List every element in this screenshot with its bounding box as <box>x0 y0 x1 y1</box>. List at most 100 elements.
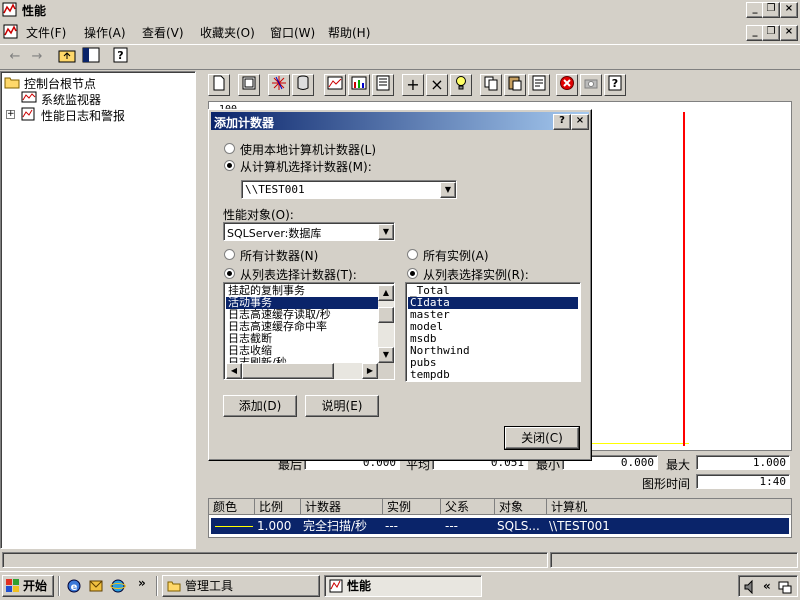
view-log-data-icon[interactable] <box>292 74 314 96</box>
view-report-icon[interactable] <box>372 74 394 96</box>
object-label: 性能对象(O): <box>223 208 294 222</box>
new-counter-set-icon[interactable] <box>208 74 230 96</box>
monitor-icon <box>21 91 37 105</box>
col-computer[interactable]: 计算机 <box>547 499 791 515</box>
volume-icon[interactable] <box>743 579 759 595</box>
quick-launch-chevron[interactable]: » <box>138 576 146 590</box>
instance-list[interactable]: _Total CIdata master model msdb Northwin… <box>405 282 581 382</box>
explain-button[interactable]: 说明(E) <box>305 395 379 417</box>
object-combo[interactable]: SQLServer:数据库 ▼ <box>223 222 395 241</box>
tree-item-system-monitor[interactable]: 系统监视器 <box>21 90 191 107</box>
back-arrow-icon[interactable]: ← <box>4 46 26 68</box>
properties-icon[interactable] <box>528 74 550 96</box>
radio-select-computer[interactable] <box>224 160 235 171</box>
tree-item-perf-logs[interactable]: 性能日志和警报 <box>21 106 191 123</box>
task-admin-tools[interactable]: 管理工具 <box>162 575 320 597</box>
outlook-icon[interactable] <box>88 578 104 594</box>
radio-all-counters[interactable] <box>224 249 235 260</box>
cell-object: SQLS... <box>497 519 540 533</box>
time-bar <box>683 112 685 446</box>
tree-root[interactable]: 控制台根节点 <box>4 74 194 91</box>
svg-text:?: ? <box>117 49 123 62</box>
tree-expand-icon[interactable]: + <box>6 110 15 119</box>
view-graph-icon[interactable] <box>324 74 346 96</box>
col-instance[interactable]: 实例 <box>383 499 441 515</box>
restore-button[interactable]: ❐ <box>762 2 780 18</box>
task-performance[interactable]: 性能 <box>324 575 482 597</box>
hscroll-thumb[interactable] <box>242 363 334 379</box>
view-histogram-icon[interactable] <box>348 74 370 96</box>
scroll-thumb[interactable] <box>378 307 394 323</box>
status-bar <box>0 551 800 569</box>
menu-file[interactable]: 文件(F) <box>20 24 72 42</box>
col-counter[interactable]: 计数器 <box>301 499 383 515</box>
delete-icon[interactable]: × <box>426 74 448 96</box>
scroll-up-icon[interactable]: ▲ <box>378 285 394 301</box>
counter-list-hscroll[interactable]: ◀ ▶ <box>226 363 378 379</box>
paste-counter-list-icon[interactable] <box>504 74 526 96</box>
computer-combo[interactable]: \\TEST001 ▼ <box>241 180 457 199</box>
list-item[interactable]: tempdb <box>408 369 578 381</box>
update-data-icon[interactable] <box>580 74 602 96</box>
tray-chevron[interactable]: « <box>763 579 771 593</box>
help-topic-icon[interactable]: ? <box>110 46 132 68</box>
highlight-icon[interactable] <box>450 74 472 96</box>
close-button[interactable]: × <box>780 2 798 18</box>
cell-scale: 1.000 <box>257 519 292 533</box>
freeze-display-icon[interactable] <box>556 74 578 96</box>
col-scale[interactable]: 比例 <box>255 499 301 515</box>
legend-header: 颜色 比例 计数器 实例 父系 对象 计算机 <box>209 499 791 515</box>
child-close-button[interactable]: × <box>780 25 798 41</box>
computer-combo-value: \\TEST001 <box>245 183 305 196</box>
status-panel-right <box>550 552 798 568</box>
forward-arrow-icon[interactable]: → <box>26 46 48 68</box>
dialog-help-button[interactable]: ? <box>553 114 571 130</box>
view-current-activity-icon[interactable] <box>268 74 290 96</box>
col-object[interactable]: 对象 <box>495 499 547 515</box>
clear-display-icon[interactable] <box>238 74 260 96</box>
counter-list[interactable]: 挂起的复制事务 活动事务 日志高速缓存读取/秒 日志高速缓存命中率 日志截断 日… <box>223 282 395 380</box>
counter-list-items: 挂起的复制事务 活动事务 日志高速缓存读取/秒 日志高速缓存命中率 日志截断 日… <box>226 285 378 369</box>
dialog-close-action-button[interactable]: 关闭(C) <box>504 426 580 450</box>
network-icon[interactable] <box>777 579 793 595</box>
menu-action[interactable]: 操作(A) <box>78 24 132 42</box>
add-icon[interactable]: + <box>402 74 424 96</box>
folder-icon <box>4 75 20 89</box>
copy-properties-icon[interactable] <box>480 74 502 96</box>
browser-icon[interactable] <box>110 578 126 594</box>
object-combo-value: SQLServer:数据库 <box>227 227 322 240</box>
cell-parent: --- <box>445 519 458 533</box>
radio-local-computer[interactable] <box>224 143 235 154</box>
help-icon[interactable]: ? <box>604 74 626 96</box>
scroll-down-icon[interactable]: ▼ <box>378 347 394 363</box>
scroll-left-icon[interactable]: ◀ <box>226 363 242 379</box>
radio-all-instances[interactable] <box>407 249 418 260</box>
dialog-close-button[interactable]: × <box>571 114 589 130</box>
stat-duration-text: 1:40 <box>759 475 787 488</box>
taskbar: 开始 e » 管理工具 性能 « <box>0 571 800 600</box>
up-folder-icon[interactable] <box>56 46 78 68</box>
menu-favorites[interactable]: 收藏夹(O) <box>194 24 261 42</box>
radio-select-counters[interactable] <box>224 268 235 279</box>
child-restore-button[interactable]: ❐ <box>762 25 780 41</box>
chevron-down-icon[interactable]: ▼ <box>440 182 456 198</box>
counter-list-vscroll[interactable]: ▲ ▼ <box>378 285 394 363</box>
menu-view[interactable]: 查看(V) <box>136 24 190 42</box>
scroll-right-icon[interactable]: ▶ <box>362 363 378 379</box>
col-color[interactable]: 颜色 <box>209 499 255 515</box>
start-button[interactable]: 开始 <box>2 575 54 597</box>
nav-toolbar: ← → ? <box>0 44 800 70</box>
ie-icon[interactable]: e <box>66 578 82 594</box>
series-line <box>589 443 689 444</box>
col-parent[interactable]: 父系 <box>441 499 495 515</box>
chevron-down-icon[interactable]: ▼ <box>378 224 394 240</box>
add-button[interactable]: 添加(D) <box>223 395 297 417</box>
menu-window[interactable]: 窗口(W) <box>264 24 321 42</box>
radio-select-instances[interactable] <box>407 268 418 279</box>
all-counters-label: 所有计数器(N) <box>240 249 319 263</box>
table-row[interactable]: 1.000 完全扫描/秒 --- --- SQLS... \\TEST001 <box>211 518 789 534</box>
show-hide-tree-icon[interactable] <box>80 46 102 68</box>
svg-text:e: e <box>71 582 78 593</box>
menu-help[interactable]: 帮助(H) <box>322 24 376 42</box>
mmc-icon[interactable] <box>3 24 18 39</box>
